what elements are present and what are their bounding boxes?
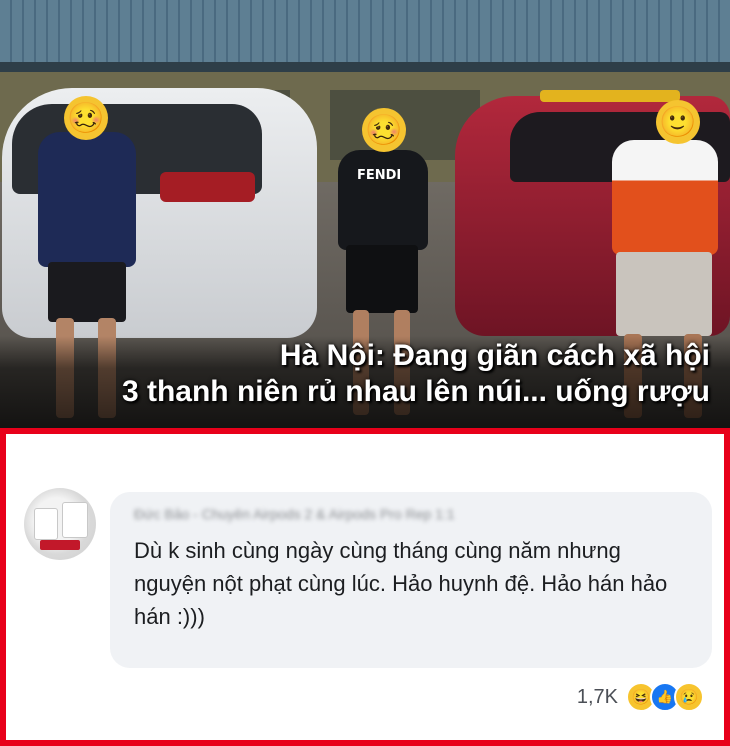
sad-icon: 😢	[674, 682, 704, 712]
comment-panel: Đức Bảo - Chuyên Airpods 2 & Airpods Pro…	[0, 428, 730, 746]
person-left-shorts	[48, 262, 126, 322]
reaction-summary[interactable]: 1,7K 😆 👍 😢	[577, 682, 704, 712]
person-right-torso	[612, 140, 718, 255]
taxi-roof-sign	[540, 90, 680, 102]
headline-line-1: Hà Nội: Đang giãn cách xã hội	[279, 339, 710, 372]
face-emoji-icon: 🥴	[64, 96, 108, 140]
commenter-name[interactable]: Đức Bảo - Chuyên Airpods 2 & Airpods Pro…	[134, 506, 455, 522]
headline-line-2: 3 thanh niên rủ nhau lên núi... uống rượ…	[121, 375, 710, 408]
reaction-count: 1,7K	[576, 685, 618, 708]
white-suv-taillight	[160, 172, 255, 202]
person-right-shorts	[616, 252, 712, 336]
face-emoji-icon: 🥴	[362, 108, 406, 152]
commenter-avatar[interactable]	[24, 488, 96, 560]
face-emoji-icon: 🙂	[656, 100, 700, 144]
comment-text: Dù k sinh cùng ngày cùng tháng cùng năm …	[134, 538, 668, 629]
comment-bubble: Đức Bảo - Chuyên Airpods 2 & Airpods Pro…	[110, 492, 712, 668]
person-middle-torso	[338, 150, 428, 250]
shirt-logo: FENDI	[357, 168, 402, 183]
avatar-product-box	[34, 508, 58, 540]
roof-edge	[0, 62, 730, 72]
person-left-torso	[38, 132, 136, 267]
post-image: 🥴 FENDI 🥴 🙂 Hà Nội: Đang giãn cách xã hộ…	[0, 0, 730, 746]
person-middle-shorts	[346, 245, 418, 313]
roof	[0, 0, 730, 70]
avatar-product-tag	[40, 540, 80, 550]
news-photo: 🥴 FENDI 🥴 🙂 Hà Nội: Đang giãn cách xã hộ…	[0, 0, 730, 428]
avatar-product-box	[62, 502, 88, 538]
